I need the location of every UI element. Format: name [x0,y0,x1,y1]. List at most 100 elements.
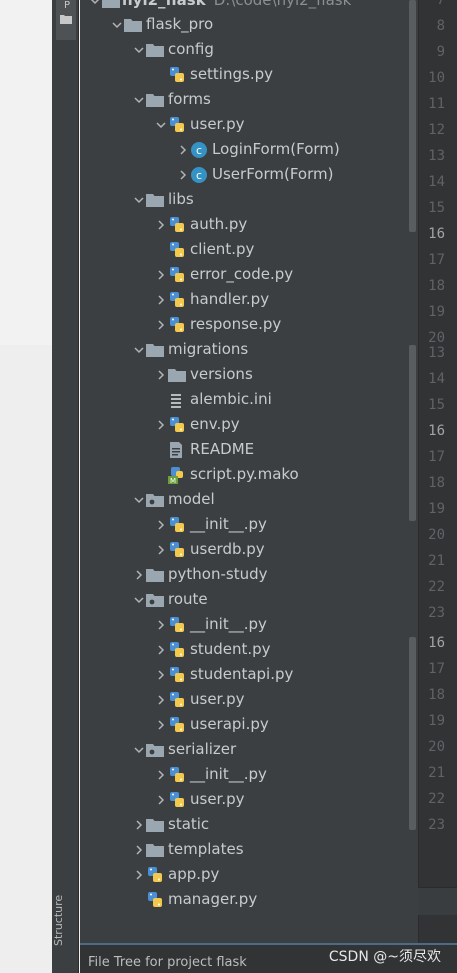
tree-item-label: __init__.py [190,515,267,533]
tree-item[interactable]: auth.py [80,212,418,237]
tree-item[interactable]: __init__.py [80,612,418,637]
tree-item-label: migrations [168,340,249,358]
python-file-icon [168,512,188,537]
tree-item-label: user.py [190,690,245,708]
line-number: 16 [428,635,445,651]
tree-item[interactable]: user.py [80,787,418,812]
line-number: 18 [428,475,445,491]
tree-item[interactable]: README [80,437,418,462]
line-number: 22 [428,579,445,595]
tree-item-label: script.py.mako [190,465,299,483]
line-number: 7 [436,0,445,8]
chevron-right-icon[interactable] [132,812,146,837]
tree-item-label: userapi.py [190,715,269,733]
chevron-down-icon[interactable] [132,37,146,62]
chevron-right-icon[interactable] [176,162,190,187]
tree-item[interactable]: user.py [80,687,418,712]
tree-item[interactable]: manager.py [80,887,418,912]
tree-footer [80,915,418,943]
tree-item-label: manager.py [168,890,258,908]
chevron-right-icon[interactable] [132,562,146,587]
tree-item-label: forms [168,90,211,108]
chevron-right-icon[interactable] [132,837,146,862]
chevron-right-icon[interactable] [154,662,168,687]
chevron-right-icon[interactable] [154,212,168,237]
tree-item[interactable]: Mscript.py.mako [80,462,418,487]
tree-item[interactable]: templates [80,837,418,862]
tree-item-label: README [190,440,255,458]
chevron-right-icon[interactable] [154,787,168,812]
line-number: 18 [428,278,445,294]
tree-item[interactable]: libs [80,187,418,212]
line-number: 22 [428,791,445,807]
tree-item[interactable]: static [80,812,418,837]
tree-item[interactable]: config [80,37,418,62]
line-number: 15 [428,397,445,413]
line-number: 23 [428,605,445,621]
chevron-right-icon[interactable] [154,412,168,437]
tree-item[interactable]: settings.py [80,62,418,87]
chevron-down-icon[interactable] [132,187,146,212]
chevron-down-icon[interactable] [132,737,146,762]
chevron-right-icon[interactable] [154,287,168,312]
chevron-down-icon[interactable] [154,112,168,137]
chevron-right-icon[interactable] [154,712,168,737]
chevron-right-icon[interactable] [154,262,168,287]
tree-item-label: app.py [168,865,220,883]
tree-item[interactable]: alembic.ini [80,387,418,412]
line-number: 10 [428,70,445,86]
chevron-right-icon[interactable] [154,612,168,637]
tree-item[interactable]: __init__.py [80,762,418,787]
tree-item[interactable]: userdb.py [80,537,418,562]
folder-icon [146,87,166,112]
tree-item[interactable]: student.py [80,637,418,662]
tree-item[interactable]: migrations [80,337,418,362]
tree-item[interactable]: env.py [80,412,418,437]
tree-item[interactable]: client.py [80,237,418,262]
tree-item[interactable]: forms [80,87,418,112]
chevron-down-icon[interactable] [110,12,124,37]
chevron-down-icon[interactable] [132,487,146,512]
tree-item[interactable]: response.py [80,312,418,337]
chevron-right-icon[interactable] [154,512,168,537]
editor-line-gutter: 7 8 9 10 11 12 13 14 15 16 17 18 19 20 13 14 15 16 17 18 19 2… [418,0,457,943]
chevron-right-icon[interactable] [154,362,168,387]
chevron-right-icon[interactable] [154,637,168,662]
tree-item[interactable]: error_code.py [80,262,418,287]
folder-icon [168,362,188,387]
line-number: 21 [428,553,445,569]
tree-item[interactable]: handler.py [80,287,418,312]
tree-item[interactable]: c LoginForm(Form) [80,137,418,162]
chevron-down-icon[interactable] [132,587,146,612]
tree-item-label: model [168,490,215,508]
tree-item[interactable]: c UserForm(Form) [80,162,418,187]
chevron-right-icon[interactable] [154,537,168,562]
tree-item[interactable]: python-study [80,562,418,587]
tree-item[interactable]: user.py [80,112,418,137]
tree-item[interactable]: app.py [80,862,418,887]
tree-item[interactable]: versions [80,362,418,387]
line-number: 9 [436,44,445,60]
tree-item[interactable]: __init__.py [80,512,418,537]
structure-tool-tab[interactable]: Structure [52,870,79,970]
chevron-right-icon[interactable] [154,762,168,787]
tree-item[interactable]: flask_pro [80,12,418,37]
tree-item[interactable]: route [80,587,418,612]
tree-item[interactable]: model [80,487,418,512]
tree-item[interactable]: studentapi.py [80,662,418,687]
tree-item[interactable]: serializer [80,737,418,762]
chevron-down-icon[interactable] [132,337,146,362]
chevron-right-icon[interactable] [154,687,168,712]
project-tool-tab[interactable]: P [56,0,76,40]
chevron-down-icon[interactable] [132,87,146,112]
tree-item[interactable]: userapi.py [80,712,418,737]
folder-icon [146,187,166,212]
chevron-right-icon[interactable] [176,137,190,162]
tree-item-label: flask_pro [146,15,214,33]
chevron-right-icon[interactable] [154,312,168,337]
text-file-icon [168,437,188,462]
folder-icon [60,15,72,24]
tree-item-label: templates [168,840,244,858]
chevron-right-icon[interactable] [132,862,146,887]
